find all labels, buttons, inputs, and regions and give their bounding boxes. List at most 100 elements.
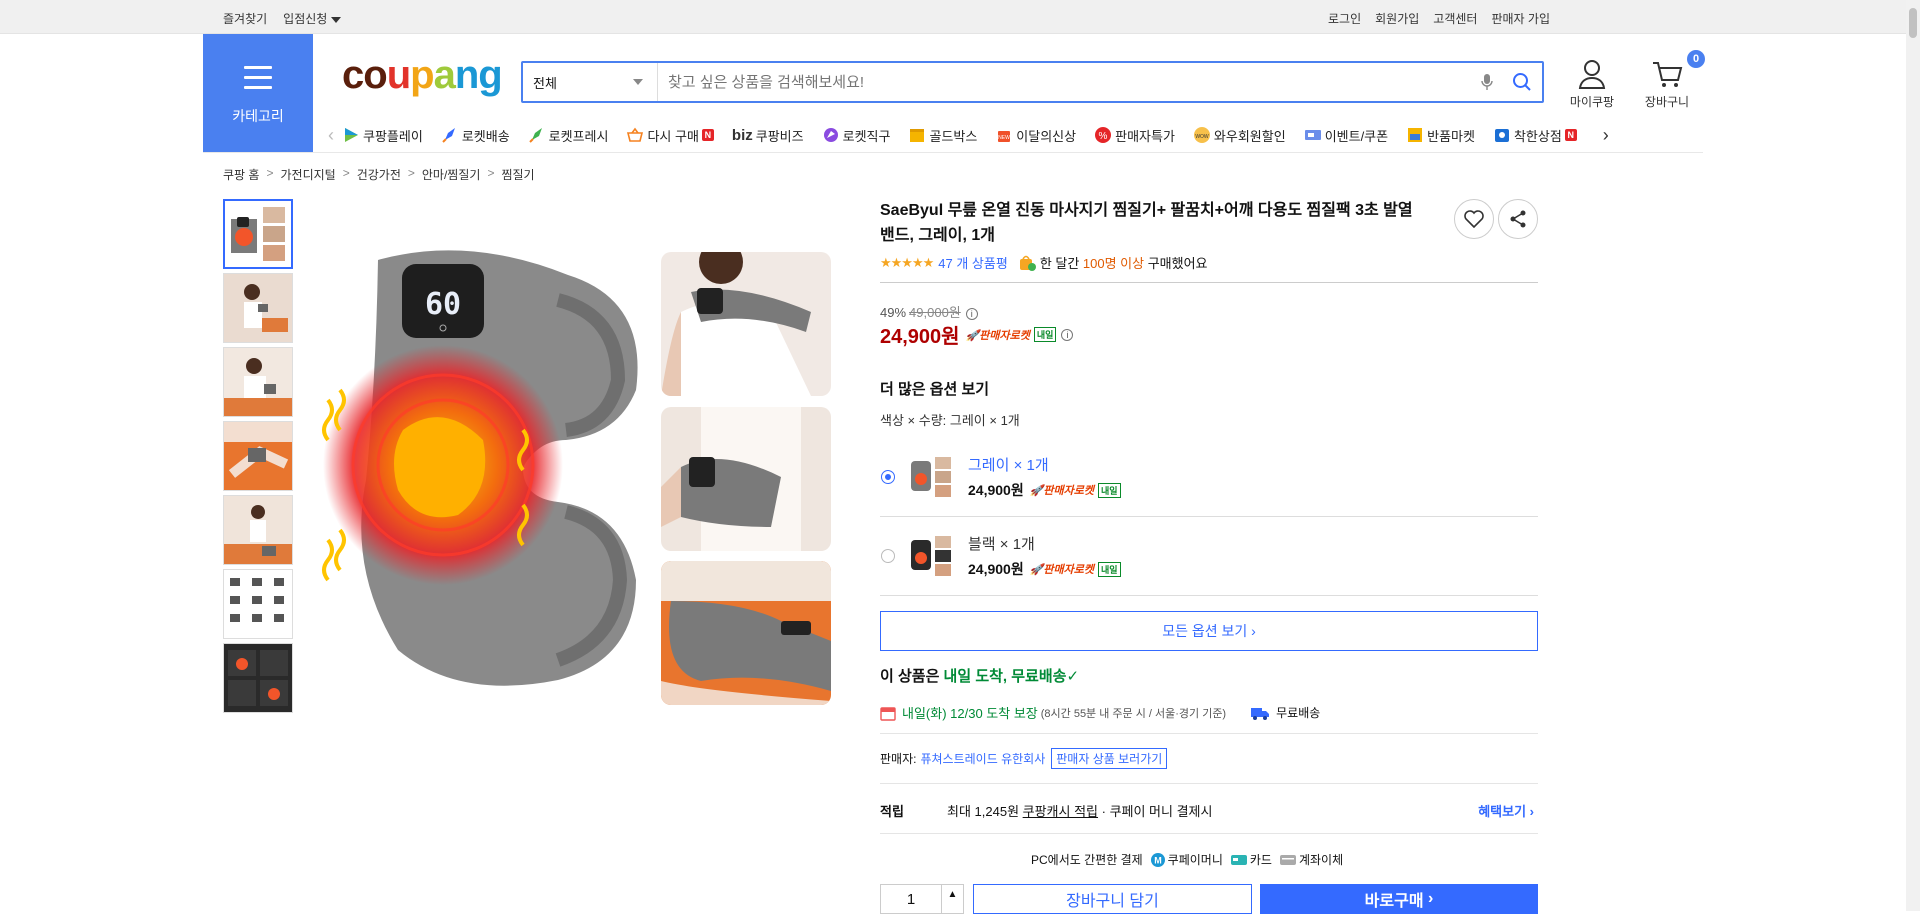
payment-methods: PC에서도 간편한 결제 M 쿠페이머니 카드 계좌이체 (1031, 851, 1343, 868)
thumbnail-2[interactable] (223, 273, 293, 343)
nav-item-wowdiscount[interactable]: WOW 와우회원할인 (1193, 126, 1286, 145)
cart-icon (1653, 62, 1683, 87)
tomorrow-badge: 내일 (1033, 327, 1057, 342)
option-item[interactable]: 그레이 × 1개 24,900원 🚀판매자로켓 내일 (880, 438, 1538, 516)
option-price-row: 24,900원 🚀판매자로켓 내일 (968, 559, 1121, 579)
nav-prev-arrow-icon[interactable]: ‹ (320, 125, 342, 146)
nav-next-arrow-icon[interactable]: › (1595, 125, 1617, 146)
quantity-stepper[interactable]: 1 ▲ (880, 884, 964, 914)
delivery-condition: (8시간 55분 내 주문 시 / 서울·경기 기준) (1040, 707, 1227, 720)
nav-item-coupangplay[interactable]: 쿠팡플레이 (342, 126, 423, 145)
bookmark-link[interactable]: 즐겨찾기 (223, 10, 267, 27)
seller-row: 판매자: 퓨쳐스트레이드 유한회사 판매자 상품 보러가기 (880, 748, 1168, 769)
heart-icon (1464, 210, 1484, 228)
quantity-value[interactable]: 1 (881, 891, 941, 908)
review-count-link[interactable]: 47 개 상품평 (938, 253, 1008, 272)
benefit-link[interactable]: 혜택보기 › (1478, 801, 1534, 820)
breadcrumb-item[interactable]: 건강가전 (357, 166, 401, 183)
thumbnail-5[interactable] (223, 495, 293, 565)
info-icon[interactable]: i (1061, 328, 1074, 341)
side-image-shoulder (661, 252, 831, 396)
add-to-cart-button[interactable]: 장바구니 담기 (973, 884, 1252, 914)
chevron-right-icon: › (1428, 890, 1434, 907)
divider (880, 282, 1538, 283)
nav-item-rocketjikgu[interactable]: 로켓직구 (822, 126, 890, 145)
breadcrumb-item[interactable]: 찜질기 (501, 166, 534, 183)
search-icon[interactable] (1502, 63, 1542, 101)
divider (880, 783, 1538, 784)
shopping-bag-icon: NEW (998, 131, 1010, 142)
mycoupang-label: 마이쿠팡 (1569, 95, 1615, 109)
option-summary: 색상 × 수량: 그레이 × 1개 (880, 413, 1020, 428)
nav-item-goldbox[interactable]: 골드박스 (908, 126, 977, 145)
rocket-icon (442, 128, 455, 143)
option-price-row: 24,900원 🚀판매자로켓 내일 (968, 480, 1121, 500)
buy-now-button[interactable]: 바로구매 › (1260, 884, 1538, 914)
category-nav: ‹ 쿠팡플레이 로켓배송 로켓프레시 다시 구매 N biz 쿠팡비즈 로켓직구 골… (320, 118, 1700, 152)
nav-item-goodstore[interactable]: 착한상점 N (1493, 126, 1577, 145)
svg-text:NEW: NEW (998, 135, 1010, 141)
wishlist-button[interactable] (1454, 199, 1494, 239)
mycoupang-button[interactable]: 마이쿠팡 (1562, 58, 1622, 110)
category-label: 카테고리 (232, 108, 284, 124)
seller-rocket-badge: 🚀판매자로켓 (1029, 564, 1095, 576)
seller-signup-link[interactable]: 판매자 가입 (1491, 10, 1550, 27)
microphone-icon[interactable] (1472, 63, 1502, 101)
page-scrollbar[interactable] (1906, 0, 1920, 911)
cart-button[interactable]: 0 장바구니 (1637, 50, 1705, 110)
all-options-button[interactable]: 모든 옵션 보기 › (880, 611, 1538, 651)
customer-center-link[interactable]: 고객센터 (1433, 10, 1477, 27)
purchase-count-text: 한 달간 100명 이상 구매했어요 (1039, 256, 1208, 271)
share-button[interactable] (1498, 199, 1538, 239)
header-divider (203, 152, 1703, 153)
seller-name-link[interactable]: 퓨쳐스트레이드 유한회사 (920, 750, 1045, 767)
points-text: 최대 1,245원 쿠팡캐시 적립 · 쿠페이 머니 결제시 (947, 804, 1213, 819)
chevron-right-icon: > (407, 166, 415, 180)
info-icon[interactable]: i (965, 308, 978, 320)
chevron-down-icon (331, 16, 342, 23)
breadcrumb-item[interactable]: 안마/찜질기 (422, 166, 481, 183)
share-icon (1510, 210, 1526, 228)
thumbnail-7[interactable] (223, 643, 293, 713)
nav-item-returnmarket[interactable]: 반품마켓 (1406, 126, 1475, 145)
search-bar: 전체 (521, 61, 1544, 103)
nav-item-events[interactable]: 이벤트/쿠폰 (1304, 126, 1388, 145)
option-radio[interactable] (881, 549, 895, 563)
nav-item-newarrivals[interactable]: NEW 이달의신상 (995, 126, 1076, 145)
coupang-logo[interactable]: coupang (342, 55, 503, 95)
nav-item-coupangbiz[interactable]: biz 쿠팡비즈 (732, 126, 804, 145)
nav-item-rocket[interactable]: 로켓배송 (441, 126, 510, 145)
divider (880, 733, 1538, 734)
delivery-row: 내일(화) 12/30 도착 보장 (8시간 55분 내 주문 시 / 서울·경… (880, 703, 1320, 722)
chevron-up-icon[interactable]: ▲ (941, 885, 963, 913)
wow-icon: WOW (1193, 127, 1210, 143)
new-badge: N (1564, 129, 1577, 141)
option-name: 그레이 × 1개 (968, 457, 1049, 474)
scrollbar-thumb[interactable] (1909, 8, 1917, 38)
thumbnail-3[interactable] (223, 347, 293, 417)
category-button[interactable]: 카테고리 (203, 34, 313, 152)
nav-item-rebuy[interactable]: 다시 구매 N (626, 126, 714, 145)
option-item[interactable]: 블랙 × 1개 24,900원 🚀판매자로켓 내일 (880, 517, 1538, 595)
nav-item-rocketfresh[interactable]: 로켓프레시 (528, 126, 608, 145)
login-link[interactable]: 로그인 (1328, 10, 1361, 27)
option-radio-selected[interactable] (881, 470, 895, 484)
thumbnail-list (223, 199, 293, 717)
search-scope-select[interactable]: 전체 (523, 63, 658, 101)
thumbnail-6[interactable] (223, 569, 293, 639)
more-options-heading: 더 많은 옵션 보기 (880, 381, 990, 398)
search-input[interactable] (658, 63, 1472, 101)
divider (880, 595, 1538, 596)
main-product-image[interactable]: 60 (318, 240, 648, 700)
side-image-elbow (661, 407, 831, 551)
thumbnail-4[interactable] (223, 421, 293, 491)
vendor-apply-link[interactable]: 입점신청 (283, 10, 342, 27)
breadcrumb-item[interactable]: 가전디지털 (280, 166, 335, 183)
seller-rocket-badge: 🚀판매자로켓 (965, 329, 1030, 342)
svg-text:M: M (1154, 855, 1162, 865)
signup-link[interactable]: 회원가입 (1375, 10, 1419, 27)
nav-item-sellerdeal[interactable]: % 판매자특가 (1094, 126, 1175, 145)
breadcrumb-item[interactable]: 쿠팡 홈 (223, 166, 259, 183)
seller-products-link[interactable]: 판매자 상품 보러가기 (1051, 748, 1168, 769)
thumbnail-1[interactable] (223, 199, 293, 269)
